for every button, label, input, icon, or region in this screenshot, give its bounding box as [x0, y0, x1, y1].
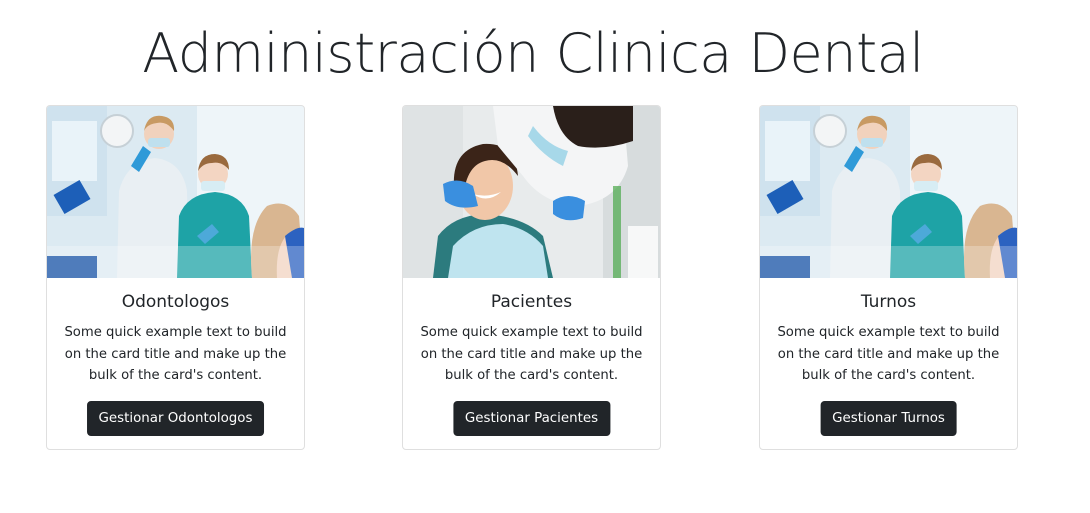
dental-team-illustration: [760, 106, 1017, 278]
dental-team-illustration: [47, 106, 304, 278]
card-text: Some quick example text to build on the …: [64, 325, 287, 384]
dentist-patient-illustration: [403, 106, 660, 278]
card-title: Pacientes: [490, 292, 573, 312]
card-image-dentist-patient: [403, 106, 660, 278]
gestionar-odontologos-button[interactable]: Gestionar Odontologos: [86, 401, 265, 436]
gestionar-pacientes-button[interactable]: Gestionar Pacientes: [452, 401, 611, 436]
card-odontologos: Odontologos Some quick example text to b…: [46, 105, 305, 450]
gestionar-turnos-button[interactable]: Gestionar Turnos: [820, 401, 957, 436]
page-title: Administración Clinica Dental: [142, 22, 924, 85]
card-title: Turnos: [860, 292, 917, 312]
card-image-dental-team: [47, 106, 304, 278]
card-text: Some quick example text to build on the …: [777, 325, 1000, 384]
card-text: Some quick example text to build on the …: [420, 325, 643, 384]
card-title: Odontologos: [121, 292, 230, 312]
page: Administración Clinica Dental Odontologo…: [0, 0, 1090, 513]
card-image-dental-team: [760, 106, 1017, 278]
card-pacientes: Pacientes Some quick example text to bui…: [402, 105, 661, 450]
card-turnos: Turnos Some quick example text to build …: [759, 105, 1018, 450]
